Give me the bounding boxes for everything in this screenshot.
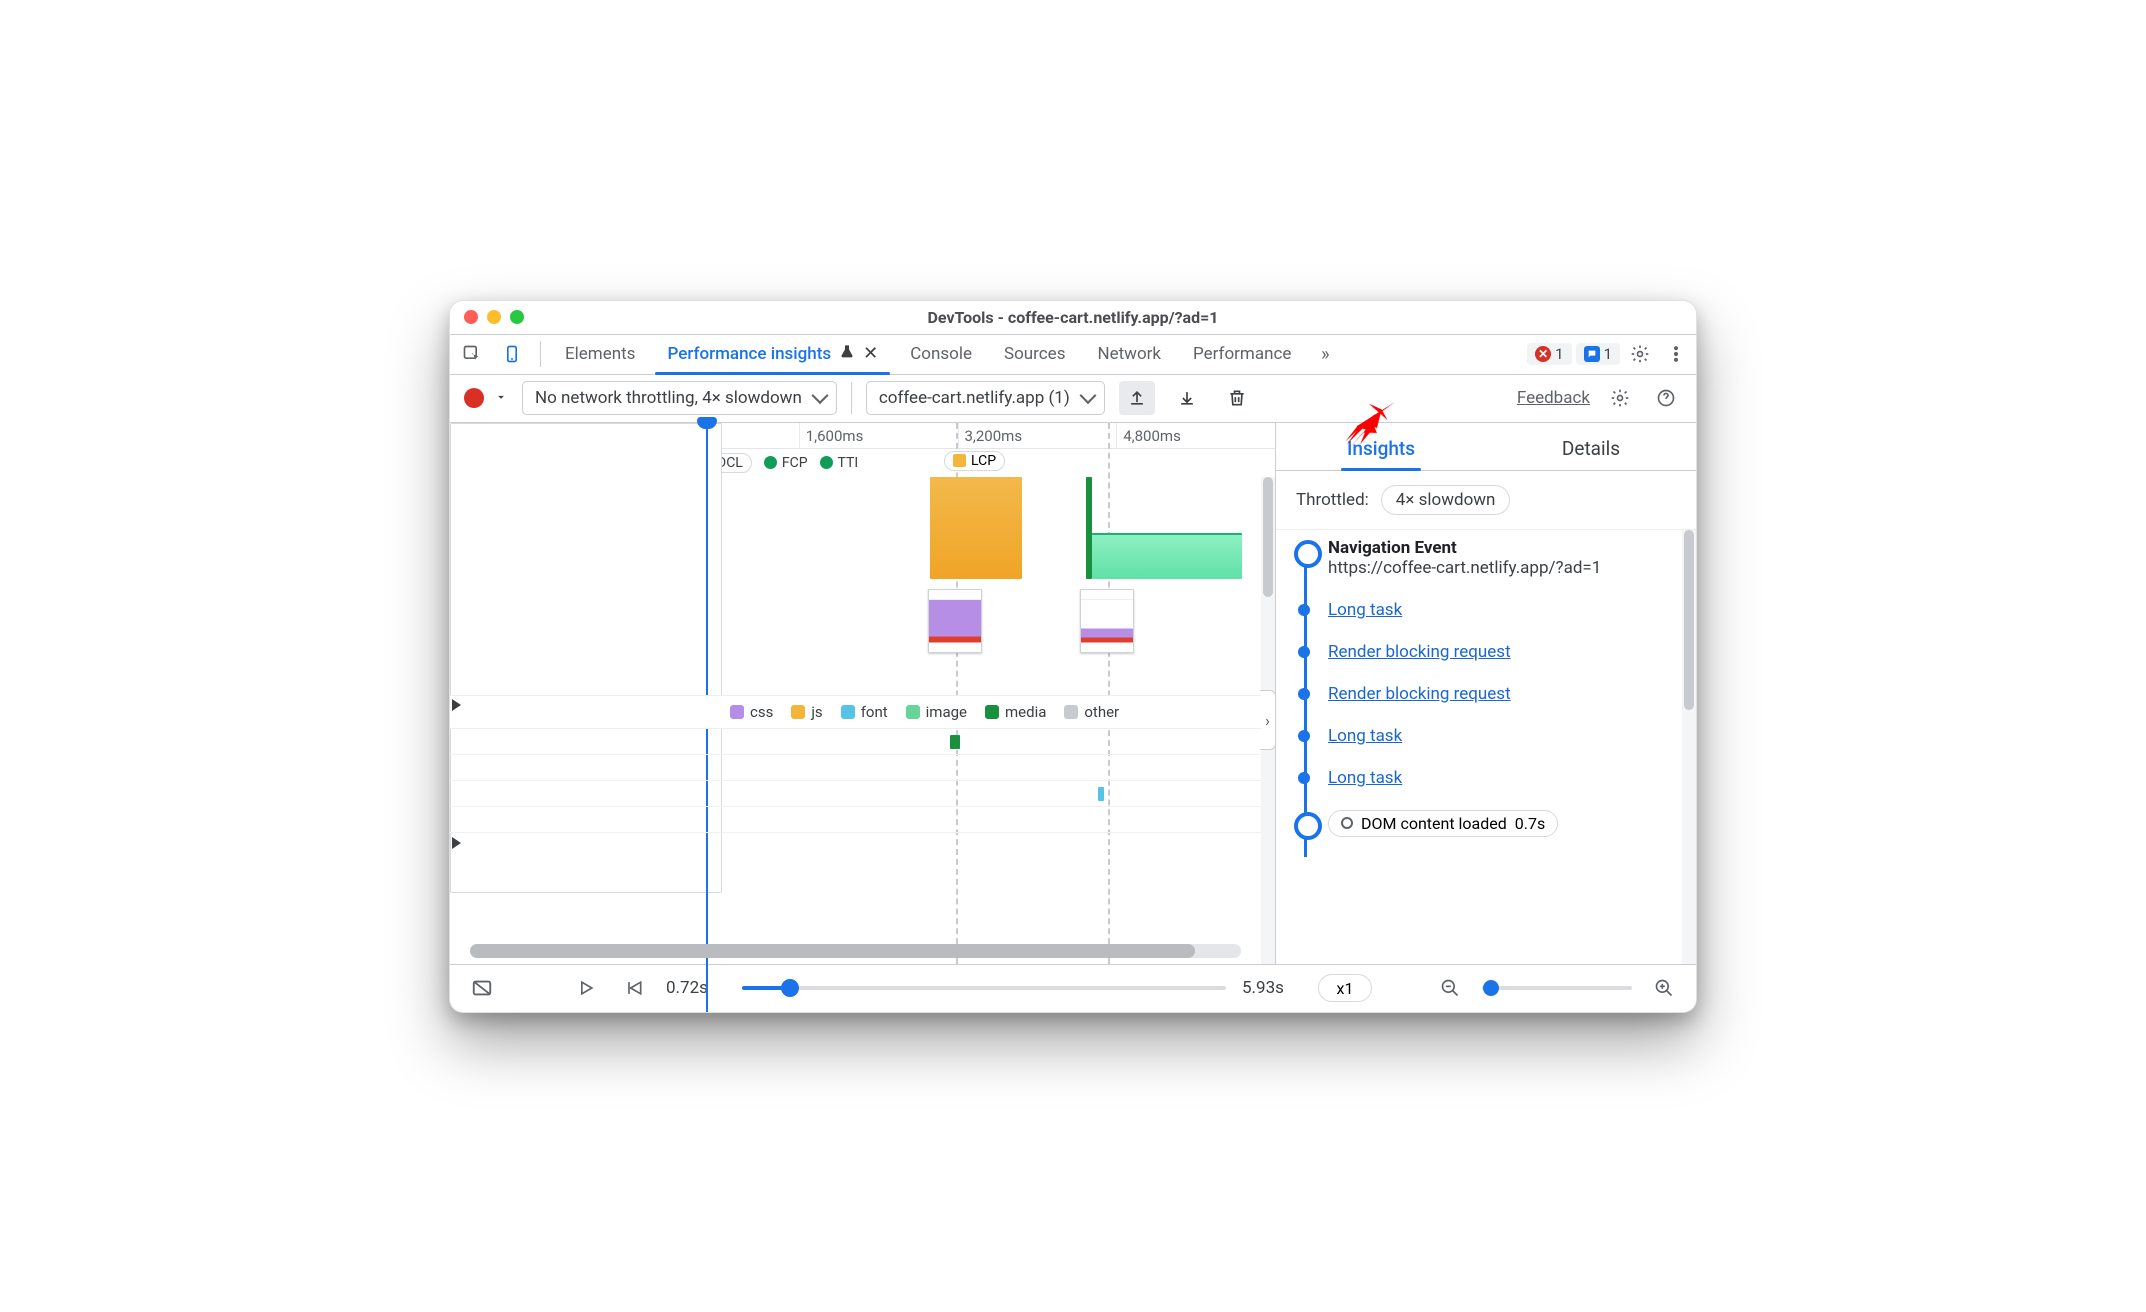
throttle-pill: 4× slowdown bbox=[1381, 485, 1511, 515]
insight-link[interactable]: Render blocking request bbox=[1328, 642, 1678, 662]
total-time: 5.93s bbox=[1242, 978, 1302, 998]
panel-settings-icon[interactable] bbox=[1604, 382, 1636, 414]
section-toggle[interactable] bbox=[452, 837, 461, 849]
section-toggle[interactable] bbox=[452, 699, 461, 711]
legend-font: font bbox=[841, 703, 888, 721]
playback-bar: 0.72s 5.93s x1 bbox=[450, 964, 1696, 1012]
errors-badge[interactable]: ✕1 bbox=[1527, 343, 1571, 365]
feedback-link[interactable]: Feedback bbox=[1517, 388, 1590, 408]
metric-lcp[interactable]: LCP bbox=[944, 451, 1005, 471]
category-legend: css js font image media other bbox=[450, 695, 1261, 729]
seek-slider[interactable] bbox=[742, 986, 1226, 990]
help-icon[interactable] bbox=[1650, 382, 1682, 414]
insight-link[interactable]: Long task bbox=[1328, 726, 1678, 746]
expand-right-panel-handle[interactable]: › bbox=[1260, 690, 1276, 750]
insights-tabs: Insights Details bbox=[1276, 423, 1696, 471]
network-row[interactable] bbox=[450, 755, 1261, 781]
device-toggle-icon[interactable] bbox=[494, 334, 530, 374]
zoom-out-icon[interactable] bbox=[1434, 972, 1466, 1004]
issues-badge[interactable]: 1 bbox=[1576, 343, 1620, 365]
recording-select[interactable]: coffee-cart.netlify.app (1) bbox=[866, 381, 1105, 415]
filmstrip-frame[interactable] bbox=[928, 589, 982, 653]
window-title: DevTools - coffee-cart.netlify.app/?ad=1 bbox=[928, 308, 1219, 327]
devtools-tabs: Elements Performance insights ✕ Console … bbox=[450, 335, 1696, 375]
horizontal-scrollbar[interactable] bbox=[470, 944, 1241, 958]
metric-tti[interactable]: TTI bbox=[820, 455, 859, 471]
close-tab-icon[interactable]: ✕ bbox=[863, 345, 878, 363]
current-time: 0.72s bbox=[666, 978, 726, 998]
toggle-screenshot-icon[interactable] bbox=[466, 972, 498, 1004]
metric-fcp[interactable]: FCP bbox=[764, 455, 808, 471]
throttle-summary: Throttled: 4× slowdown bbox=[1276, 471, 1696, 530]
network-row[interactable] bbox=[450, 807, 1261, 833]
tab-performance-insights[interactable]: Performance insights ✕ bbox=[653, 334, 892, 374]
legend-js: js bbox=[791, 703, 822, 721]
filmstrip-frame[interactable] bbox=[1080, 589, 1134, 653]
flask-icon bbox=[839, 344, 855, 365]
more-tabs-icon[interactable]: » bbox=[1309, 338, 1341, 370]
download-recording-icon[interactable] bbox=[1169, 381, 1205, 415]
play-icon[interactable] bbox=[570, 972, 602, 1004]
insight-link[interactable]: Long task bbox=[1328, 600, 1678, 620]
legend-css: css bbox=[730, 703, 773, 721]
flame-chart[interactable]: › LCP css bbox=[450, 477, 1275, 964]
zoom-in-icon[interactable] bbox=[1648, 972, 1680, 1004]
record-button[interactable] bbox=[464, 388, 484, 408]
tab-sources[interactable]: Sources bbox=[990, 334, 1079, 374]
main-task-block[interactable] bbox=[930, 477, 1022, 579]
insights-timeline: Navigation Event https://coffee-cart.net… bbox=[1276, 530, 1696, 964]
tab-elements[interactable]: Elements bbox=[551, 334, 649, 374]
image-task-block[interactable] bbox=[1092, 533, 1242, 579]
time-tick: 1,600ms bbox=[799, 423, 958, 448]
insight-navigation-event[interactable]: Navigation Event https://coffee-cart.net… bbox=[1328, 538, 1678, 578]
throttle-select[interactable]: No network throttling, 4× slowdown bbox=[522, 381, 837, 415]
network-row[interactable] bbox=[450, 781, 1261, 807]
rewind-start-icon[interactable] bbox=[618, 972, 650, 1004]
settings-icon[interactable] bbox=[1624, 338, 1656, 370]
tab-console[interactable]: Console bbox=[896, 334, 986, 374]
tab-details[interactable]: Details bbox=[1486, 437, 1696, 470]
window-titlebar: DevTools - coffee-cart.netlify.app/?ad=1 bbox=[450, 301, 1696, 335]
time-tick: 4,800ms bbox=[1116, 423, 1275, 448]
playback-speed[interactable]: x1 bbox=[1318, 974, 1372, 1002]
legend-media: media bbox=[985, 703, 1046, 721]
time-tick: 3,200ms bbox=[958, 423, 1117, 448]
insight-link[interactable]: Render blocking request bbox=[1328, 684, 1678, 704]
insights-toolbar: No network throttling, 4× slowdown coffe… bbox=[450, 375, 1696, 423]
delete-recording-icon[interactable] bbox=[1219, 381, 1255, 415]
insights-scrollbar[interactable] bbox=[1682, 530, 1696, 964]
tab-network[interactable]: Network bbox=[1083, 334, 1175, 374]
timeline-panel: 0ms 1,600ms 3,200ms 4,800ms ▶ DCL FCP TT… bbox=[450, 423, 1276, 964]
inspect-icon[interactable] bbox=[454, 334, 490, 374]
insight-link[interactable]: Long task bbox=[1328, 768, 1678, 788]
insight-dcl-chip[interactable]: DOM content loaded 0.7s bbox=[1328, 810, 1678, 837]
tab-performance[interactable]: Performance bbox=[1179, 334, 1305, 374]
upload-recording-icon[interactable] bbox=[1119, 381, 1155, 415]
window-traffic-lights bbox=[464, 310, 524, 324]
devtools-window: DevTools - coffee-cart.netlify.app/?ad=1… bbox=[449, 300, 1697, 1013]
zoom-slider[interactable] bbox=[1482, 986, 1632, 990]
close-window[interactable] bbox=[464, 310, 478, 324]
tab-insights[interactable]: Insights bbox=[1276, 437, 1486, 470]
media-sliver bbox=[1086, 477, 1092, 579]
record-menu-caret[interactable] bbox=[494, 389, 508, 408]
network-row[interactable] bbox=[450, 729, 1261, 755]
minimize-window[interactable] bbox=[487, 310, 501, 324]
legend-other: other bbox=[1064, 703, 1119, 721]
insights-panel: Insights Details Throttled: 4× slowdown … bbox=[1276, 423, 1696, 964]
legend-image: image bbox=[906, 703, 967, 721]
zoom-window[interactable] bbox=[510, 310, 524, 324]
kebab-menu-icon[interactable] bbox=[1660, 338, 1692, 370]
